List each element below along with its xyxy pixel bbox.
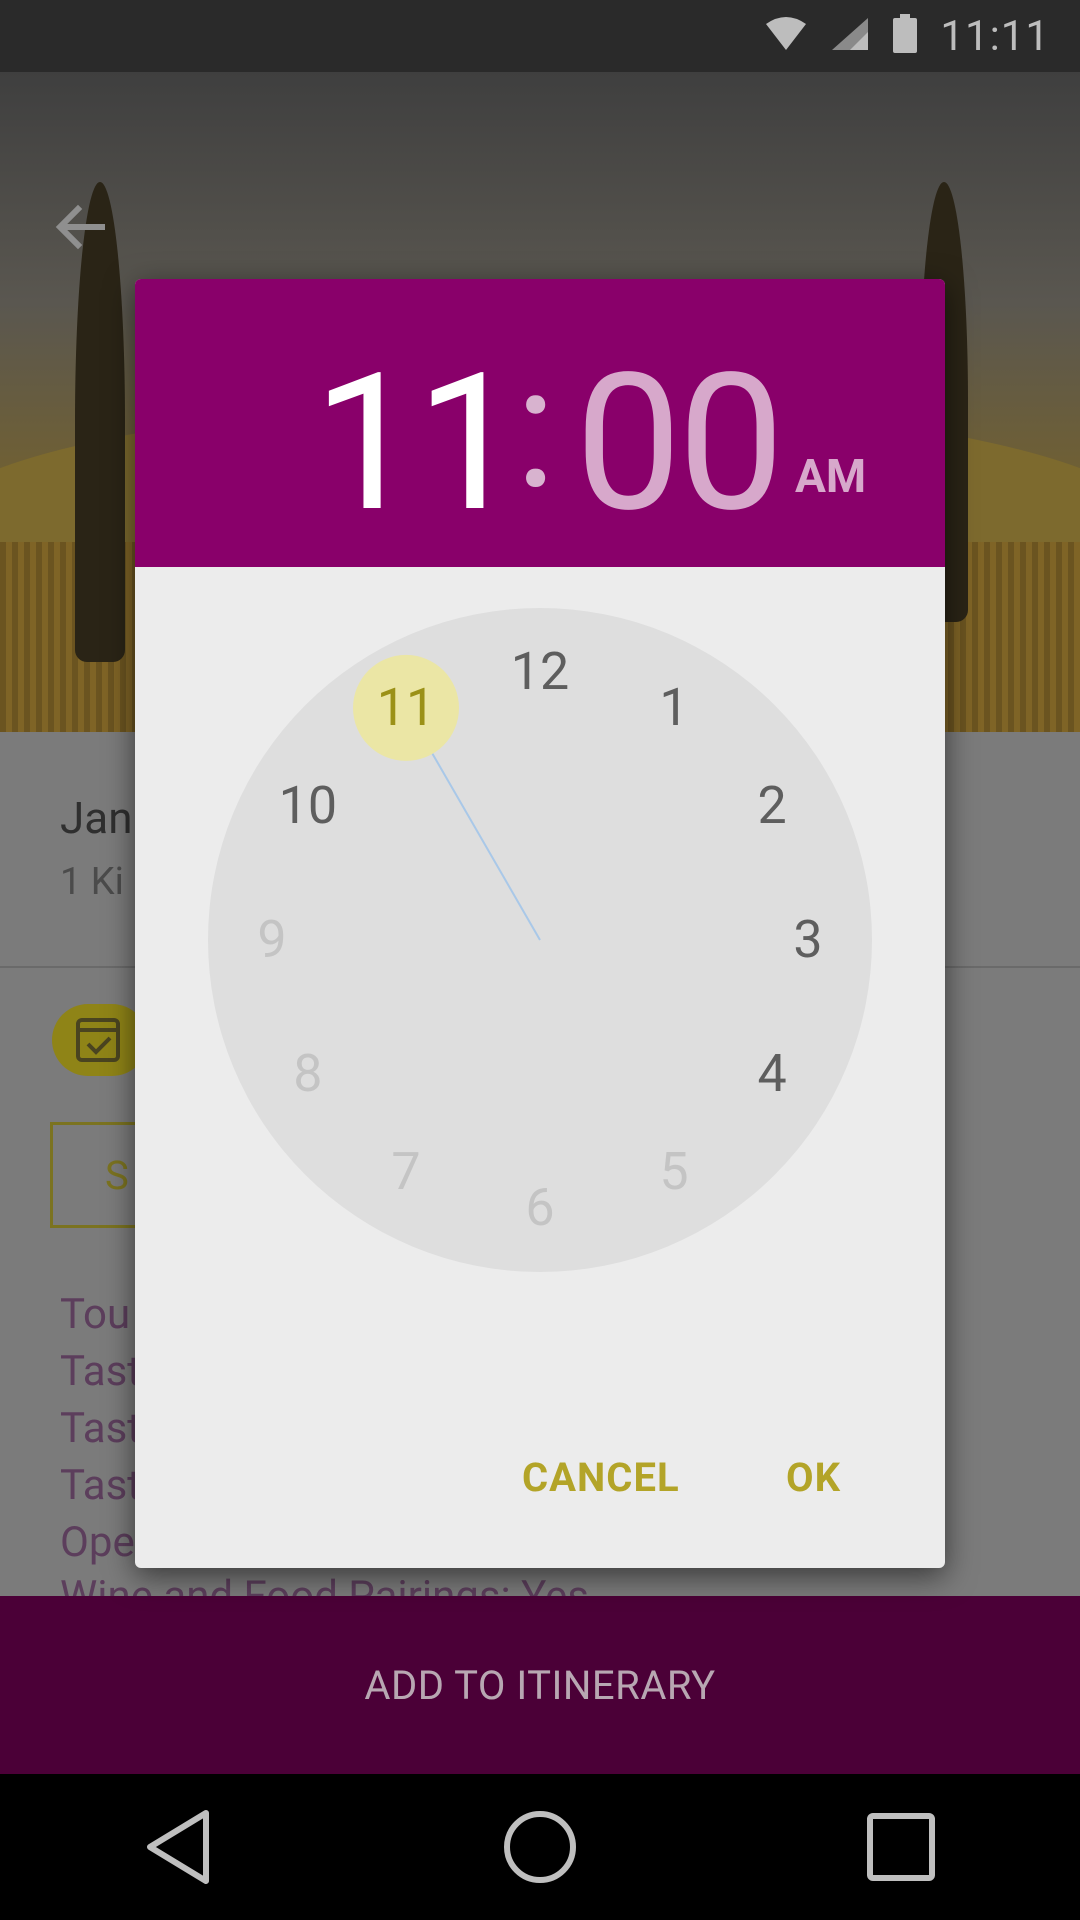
hour-display[interactable]: 11 [313,349,523,539]
info-line: Ope [60,1518,135,1567]
clock-hour-4[interactable]: 4 [757,1048,786,1100]
wifi-icon [764,16,808,56]
back-arrow-icon[interactable] [50,197,110,257]
time-picker-header: 11 : 00 AM [135,279,945,567]
navigation-bar [0,1774,1080,1920]
clock-hour-10[interactable]: 10 [279,780,337,832]
ampm-toggle[interactable]: AM [795,454,866,500]
time-separator: : [515,328,557,528]
outline-button-label: S [105,1151,129,1199]
winery-title: Jan [60,792,133,844]
recents-nav-icon[interactable] [866,1812,936,1882]
add-to-itinerary-label: ADD TO ITINERARY [364,1661,716,1709]
add-to-itinerary-button[interactable]: ADD TO ITINERARY [0,1596,1080,1774]
info-line: Tast [60,1347,142,1396]
calendar-chip[interactable] [52,1004,148,1076]
status-time: 11:11 [940,11,1050,61]
signal-icon [830,16,870,56]
minute-display[interactable]: 00 [575,349,785,539]
clock-hour-8[interactable]: 8 [293,1048,322,1100]
calendar-check-icon [76,1018,120,1062]
clock-hour-2[interactable]: 2 [757,780,786,832]
clock-hour-12[interactable]: 12 [511,646,569,698]
ok-button[interactable]: OK [786,1454,841,1501]
time-picker-dialog: 11 : 00 AM 12 1 2 3 4 5 6 7 8 9 10 11 CANCEL OK [135,279,945,1568]
home-nav-icon[interactable] [502,1809,578,1885]
clock-hour-9[interactable]: 9 [257,914,286,966]
clock-hour-1[interactable]: 1 [659,681,688,734]
clock-hour-3[interactable]: 3 [793,914,822,966]
status-bar: 11:11 [0,0,1080,72]
info-line: Tast [60,1461,142,1510]
battery-icon [892,14,918,58]
info-line: Tou [60,1290,131,1339]
clock-hand-layer [353,654,541,941]
back-nav-icon[interactable] [144,1809,214,1885]
winery-subtitle: 1 Ki [60,860,124,904]
clock-hour-7[interactable]: 7 [391,1146,420,1198]
cancel-button[interactable]: CANCEL [522,1454,680,1501]
info-line: Tast [60,1404,142,1453]
clock-hour-6[interactable]: 6 [525,1182,554,1234]
clock-hour-11[interactable]: 11 [377,681,435,734]
clock-hour-5[interactable]: 5 [659,1146,688,1198]
